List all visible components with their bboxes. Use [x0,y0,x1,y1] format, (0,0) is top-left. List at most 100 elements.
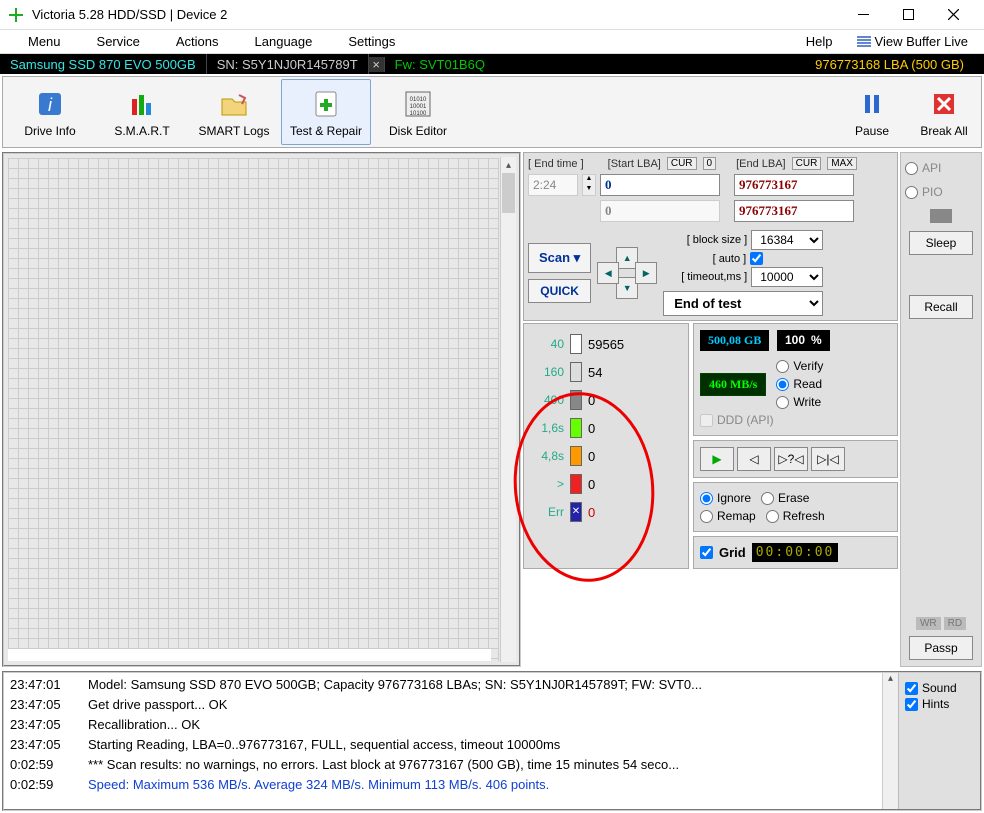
end-cur-button[interactable]: CUR [792,157,822,170]
scan-surface: ▴ [2,152,521,667]
wr-rd-indicator: WR RD [916,617,966,630]
remap-radio[interactable] [700,510,713,523]
stat-count: 0 [588,477,595,492]
wr-badge: WR [916,617,941,630]
auto-checkbox[interactable] [750,252,763,265]
stat-count: 0 [588,393,595,408]
chevron-up-icon[interactable]: ▴ [501,157,516,173]
menu-language[interactable]: Language [237,34,331,49]
test-repair-button[interactable]: Test & Repair [281,79,371,145]
title-bar: Victoria 5.28 HDD/SSD | Device 2 [0,0,984,30]
end-time-value [528,174,578,196]
view-buffer-live[interactable]: View Buffer Live [851,34,974,49]
blocksize-label: [ block size ] [687,234,748,246]
pause-button[interactable]: Pause [837,79,907,145]
seek-end-button[interactable]: ▷|◁ [811,447,845,471]
pio-radio[interactable] [905,186,918,199]
sound-checkbox[interactable] [905,682,918,695]
svg-text:10001: 10001 [410,104,427,110]
verify-radio[interactable] [776,360,789,373]
log-body: 23:47:01Model: Samsung SSD 870 EVO 500GB… [4,673,882,809]
erase-radio[interactable] [761,492,774,505]
view-buffer-label: View Buffer Live [875,34,968,49]
disk-editor-label: Disk Editor [389,124,447,138]
log-line: 0:02:59Speed: Maximum 536 MB/s. Average … [10,775,876,795]
stat-color-box [570,502,582,522]
api-label: API [922,161,941,175]
sleep-button[interactable]: Sleep [909,231,973,255]
menu-actions[interactable]: Actions [158,34,237,49]
scan-button[interactable]: Scan ▾ [528,243,591,273]
play-button[interactable]: ▶ [700,447,734,471]
menu-settings[interactable]: Settings [330,34,413,49]
log-message: Get drive passport... OK [88,695,227,715]
end-max-button[interactable]: MAX [827,157,857,170]
drive-sn: SN: S5Y1NJ0R145789T [207,54,369,74]
menu-help[interactable]: Help [788,34,851,49]
menu-service[interactable]: Service [79,34,158,49]
write-radio[interactable] [776,396,789,409]
hints-label: Hints [922,697,949,711]
info-icon: i [32,86,68,122]
stat-row: Err 0 [530,498,682,526]
end-lba-input[interactable] [734,174,854,196]
stat-color-box [570,418,582,438]
maximize-button[interactable] [886,1,931,29]
smart-label: S.M.A.R.T [114,124,169,138]
drive-info-strip: Samsung SSD 870 EVO 500GB SN: S5Y1NJ0R14… [0,54,984,74]
disk-editor-button[interactable]: 010101000110100 Disk Editor [373,79,463,145]
break-all-button[interactable]: Break All [909,79,979,145]
nav-diamond: ▲ ▼ ◀ ▶ [597,243,657,303]
minimize-button[interactable] [841,1,886,29]
control-column: [ End time ] [Start LBA] CUR 0 [End LBA]… [523,152,898,667]
recall-button[interactable]: Recall [909,295,973,319]
scroll-thumb[interactable] [502,173,515,213]
stat-row: 4,8s 0 [530,442,682,470]
nav-left[interactable]: ◀ [597,262,619,284]
log-line: 23:47:05Recallibration... OK [10,715,876,735]
start-lba-input[interactable] [600,174,720,196]
quick-button[interactable]: QUICK [528,279,591,303]
read-radio[interactable] [776,378,789,391]
status-column: 500,08 GB 100 % 460 MB/s Verify Read Wri… [693,323,898,569]
drive-info-button[interactable]: i Drive Info [5,79,95,145]
ignore-label: Ignore [717,491,751,505]
log-message: Starting Reading, LBA=0..976773167, FULL… [88,735,560,755]
log-message: *** Scan results: no warnings, no errors… [88,755,679,775]
drive-lba: 976773168 LBA (500 GB) [795,57,984,72]
api-radio[interactable] [905,162,918,175]
start-cur-button[interactable]: CUR [667,157,697,170]
stat-row: 40 59565 [530,330,682,358]
stat-label: 40 [530,337,564,351]
hints-checkbox[interactable] [905,698,918,711]
ignore-radio[interactable] [700,492,713,505]
passp-button[interactable]: Passp [909,636,973,660]
sn-close[interactable]: × [369,57,385,72]
start-zero-button[interactable]: 0 [703,157,717,170]
refresh-radio[interactable] [766,510,779,523]
blocksize-select[interactable]: 16384 [751,230,823,250]
stat-label: > [530,477,564,491]
playback-block: ▶ ◁ ▷?◁ ▷|◁ [693,440,898,478]
grid-checkbox[interactable] [700,546,713,559]
log-message: Speed: Maximum 536 MB/s. Average 324 MB/… [88,775,549,795]
menu-menu[interactable]: Menu [10,34,79,49]
close-button[interactable] [931,1,976,29]
timing-stats: 40 59565160 54400 01,6s 04,8s 0> 0Err 0 [523,323,689,569]
log-scrollbar[interactable]: ▴ [882,673,898,809]
end-time-spinner[interactable]: ▲▼ [582,174,596,196]
prev-button[interactable]: ◁ [737,447,771,471]
surface-scrollbar[interactable]: ▴ [500,157,516,662]
smart-button[interactable]: S.M.A.R.T [97,79,187,145]
toolbar: i Drive Info S.M.A.R.T SMART Logs Test &… [2,76,982,148]
log-message: Model: Samsung SSD 870 EVO 500GB; Capaci… [88,675,702,695]
seek-fwd-button[interactable]: ▷?◁ [774,447,808,471]
end-of-test-select[interactable]: End of test [663,291,823,316]
smart-logs-button[interactable]: SMART Logs [189,79,279,145]
stat-color-box [570,362,582,382]
binary-icon: 010101000110100 [400,86,436,122]
nav-right[interactable]: ▶ [635,262,657,284]
timeout-select[interactable]: 10000 [751,267,823,287]
start-lba-label: [Start LBA] [608,158,661,170]
stat-count: 0 [588,505,595,520]
